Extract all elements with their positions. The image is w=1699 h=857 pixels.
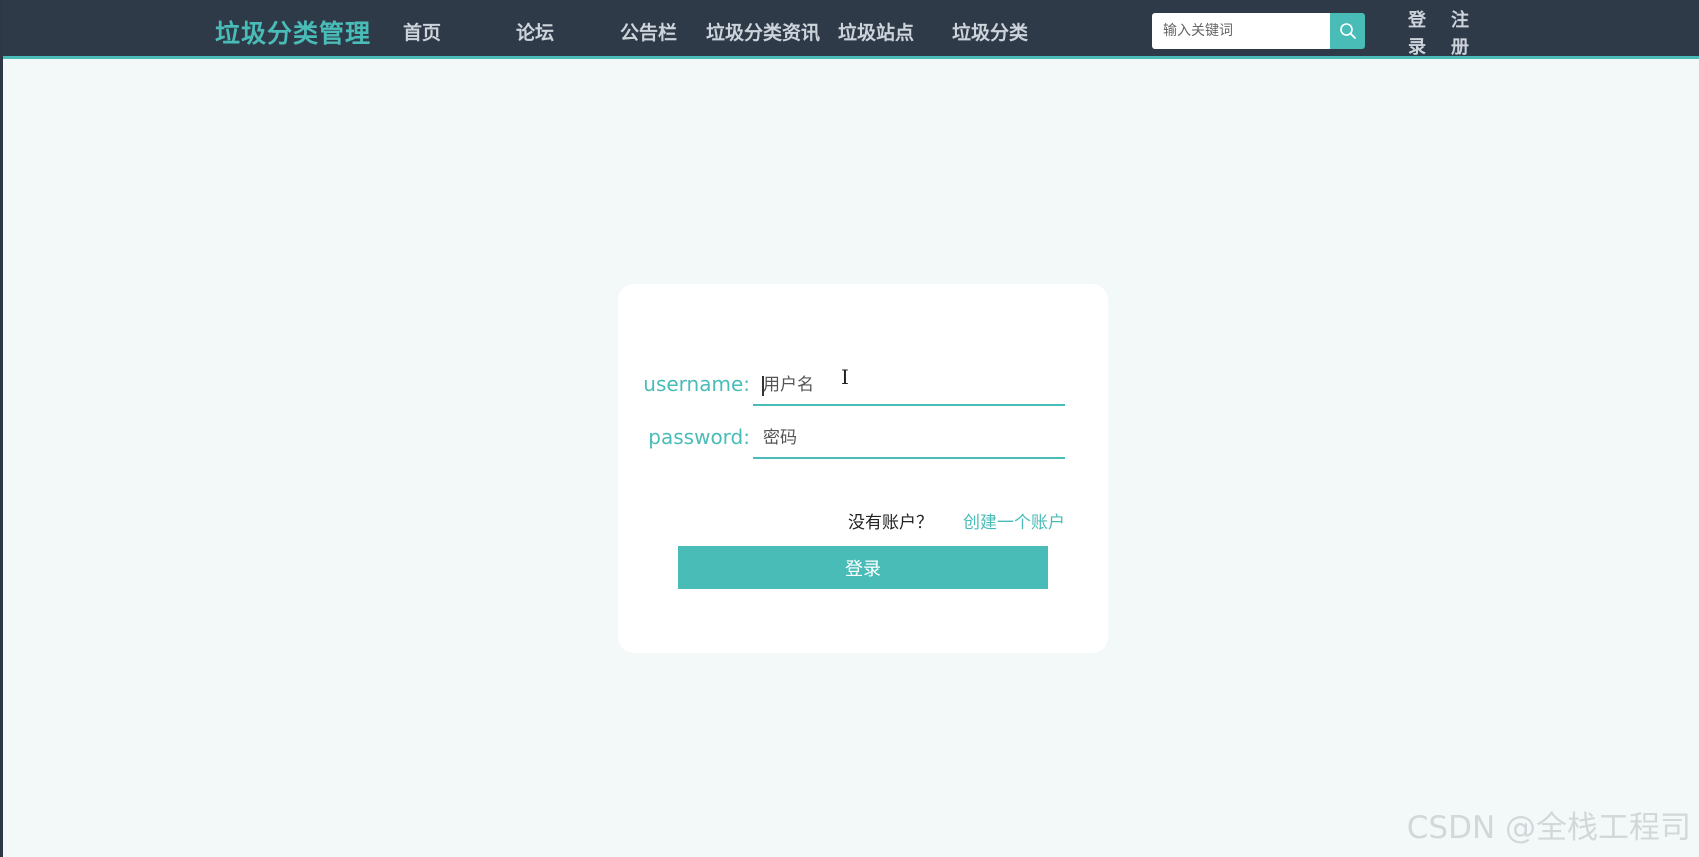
text-caret bbox=[762, 376, 764, 396]
login-link[interactable]: 登录 bbox=[1406, 7, 1428, 61]
site-logo[interactable]: 垃圾分类管理 bbox=[215, 14, 371, 50]
nav-item-waste-stations[interactable]: 垃圾站点 bbox=[838, 18, 914, 45]
create-account-link[interactable]: 创建一个账户 bbox=[963, 508, 1065, 533]
nav-item-waste-classification[interactable]: 垃圾分类 bbox=[952, 18, 1028, 45]
top-navbar: 垃圾分类管理 首页 论坛 公告栏 垃圾分类资讯 垃圾站点 垃圾分类 登录 注册 bbox=[3, 0, 1699, 59]
search-button[interactable] bbox=[1330, 13, 1365, 49]
nav-item-home[interactable]: 首页 bbox=[403, 18, 441, 45]
nav-item-waste-news[interactable]: 垃圾分类资讯 bbox=[706, 18, 820, 45]
register-link[interactable]: 注册 bbox=[1449, 7, 1471, 61]
no-account-text: 没有账户？ bbox=[848, 513, 933, 533]
login-card: username: I password: 没有账户？ 创建一个账户 登录 bbox=[618, 284, 1108, 653]
search-input[interactable] bbox=[1152, 13, 1330, 49]
username-label: username: bbox=[643, 372, 750, 396]
nav-item-notice-board[interactable]: 公告栏 bbox=[620, 18, 677, 45]
login-button[interactable]: 登录 bbox=[678, 546, 1048, 589]
watermark: CSDN @全栈工程司 bbox=[1406, 810, 1691, 846]
password-field[interactable] bbox=[753, 419, 1065, 459]
nav-item-forum[interactable]: 论坛 bbox=[516, 18, 554, 45]
username-field[interactable] bbox=[753, 366, 1065, 406]
search-icon bbox=[1339, 23, 1356, 39]
password-label: password: bbox=[648, 425, 750, 449]
ibeam-cursor-icon: I bbox=[841, 365, 849, 389]
page-background: 垃圾分类管理 首页 论坛 公告栏 垃圾分类资讯 垃圾站点 垃圾分类 登录 注册 … bbox=[0, 0, 1699, 857]
